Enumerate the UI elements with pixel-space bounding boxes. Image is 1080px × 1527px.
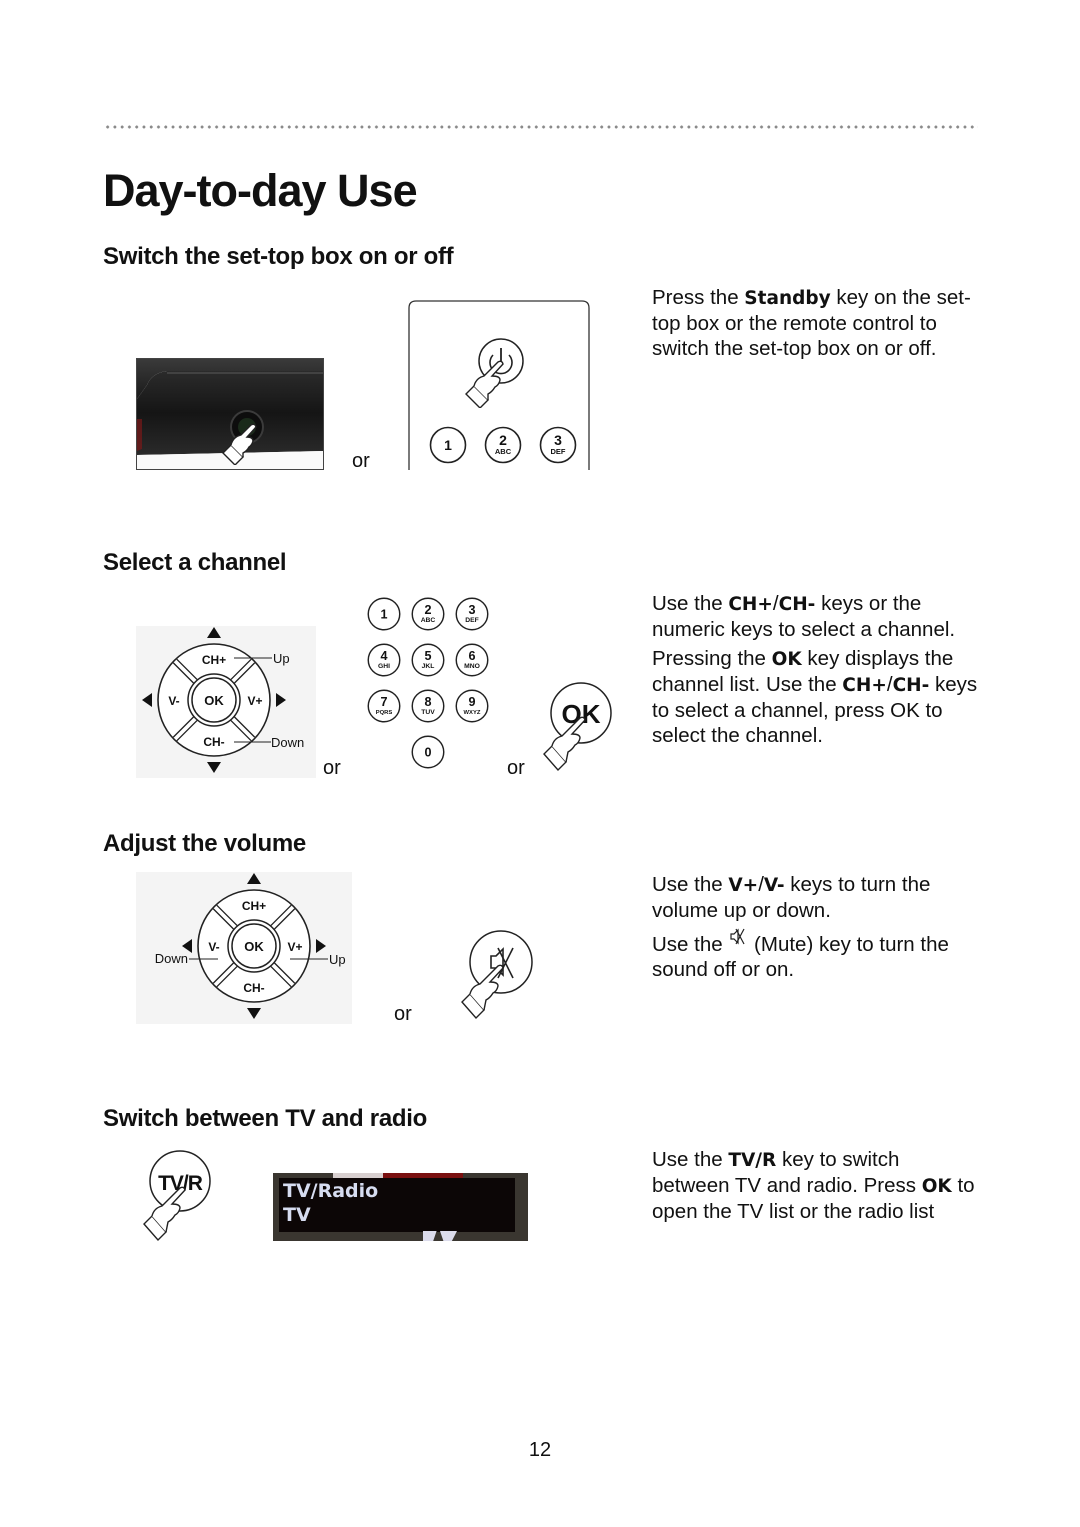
dpad-ok-label: OK [244, 939, 264, 954]
key-letters: DEF [551, 447, 566, 456]
numeric-key-0[interactable]: 0 [410, 734, 446, 775]
numeric-key-6[interactable]: 6 MNO [454, 642, 490, 683]
mute-key-illustration [458, 928, 538, 1022]
key-number: 0 [424, 746, 431, 760]
tv-radio-osd-screenshot: TV/Radio TV [273, 1173, 528, 1241]
or-label: or [352, 450, 370, 472]
key-number: 4 [380, 649, 387, 663]
dpad-channel-illustration: OK CH+ CH- V- V+ Up Down [136, 622, 316, 787]
key-number: 2 [424, 603, 431, 617]
remote-control-illustration: 1 2 ABC 3 DEF [408, 300, 590, 470]
section-heading-channel: Select a channel [103, 549, 287, 576]
numeric-key-8[interactable]: 8 TUV [410, 688, 446, 729]
settop-box-photo [136, 358, 324, 470]
key-name: OK [771, 649, 802, 670]
dpad-up-label: CH+ [242, 899, 266, 913]
numeric-key-5[interactable]: 5 JKL [410, 642, 446, 683]
key-letters: ABC [495, 447, 512, 456]
numeric-key-4[interactable]: 4 GHI [366, 642, 402, 683]
paragraph: Use the (Mute) key to turn the sound off… [652, 927, 982, 982]
numeric-key-9[interactable]: 9 WXYZ [454, 688, 490, 729]
ok-key-illustration: OK [540, 680, 612, 776]
section-heading-tv-radio: Switch between TV and radio [103, 1105, 427, 1132]
key-number: 1 [380, 608, 387, 622]
instructions-volume: Use the V+/V- keys to turn the volume up… [652, 872, 982, 986]
callout-up-label: Up [329, 952, 346, 967]
key-number: 8 [424, 695, 431, 709]
numeric-key-3[interactable]: 3 DEF [454, 596, 490, 637]
dpad-ok-label: OK [204, 693, 224, 708]
or-label: or [323, 757, 341, 779]
tvr-key-illustration: TV/R [140, 1148, 216, 1242]
dpad-up-label: CH+ [202, 653, 226, 667]
dpad-right-label: V+ [247, 694, 262, 708]
section-heading-power: Switch the set-top box on or off [103, 243, 454, 270]
key-name: V- [763, 875, 785, 896]
key-number: 3 [554, 432, 562, 448]
key-number: 3 [468, 603, 475, 617]
key-name: TV/R [728, 1150, 777, 1171]
key-letters: WXYZ [464, 710, 481, 716]
key-letters: DEF [465, 617, 479, 624]
key-name: CH+ [728, 594, 773, 615]
paragraph: Use the V+/V- keys to turn the volume up… [652, 873, 931, 922]
callout-down-label: Down [271, 735, 304, 750]
osd-value: TV [283, 1204, 311, 1226]
paragraph: Use the TV/R key to switch between TV an… [652, 1148, 975, 1223]
instructions-power: Press the Standby key on the set-top box… [652, 285, 982, 365]
numeric-key-1[interactable]: 1 [366, 596, 402, 637]
key-name: OK [921, 1176, 952, 1197]
key-name: Standby [744, 288, 831, 309]
numeric-keypad-illustration: 1 2 ABC 3 DEF 4 GHI 5 JKL 6 MNO 7 PQRS 8 TUV 9 WXYZ 0 [366, 596, 496, 776]
key-number: 5 [424, 649, 431, 663]
instructions-tv-radio: Use the TV/R key to switch between TV an… [652, 1147, 982, 1228]
callout-down-label: Down [155, 951, 188, 966]
dpad-down-label: CH- [243, 981, 264, 995]
instructions-channel: Use the CH+/CH- keys or the numeric keys… [652, 591, 982, 752]
paragraph: Pressing the OK key displays the channel… [652, 647, 978, 747]
key-name: CH- [778, 594, 816, 615]
key-name: V+ [728, 875, 759, 896]
key-letters: ABC [421, 617, 436, 624]
key-letters: GHI [378, 663, 390, 670]
or-label: or [507, 757, 525, 779]
remote-key-3[interactable]: 3 DEF [538, 425, 578, 465]
key-number: 9 [468, 695, 475, 709]
section-heading-volume: Adjust the volume [103, 830, 306, 857]
key-number: 1 [444, 437, 452, 453]
key-letters: MNO [464, 663, 480, 670]
paragraph: Press the Standby key on the set-top box… [652, 286, 971, 360]
key-letters: TUV [421, 709, 435, 716]
key-number: 2 [499, 432, 507, 448]
remote-key-2[interactable]: 2 ABC [483, 425, 523, 465]
key-number: 6 [468, 649, 475, 663]
dotted-divider [104, 124, 978, 130]
or-label: or [394, 1003, 412, 1025]
key-name: CH+ [842, 675, 887, 696]
remote-key-1[interactable]: 1 [428, 425, 468, 465]
dpad-right-label: V+ [287, 940, 302, 954]
callout-up-label: Up [273, 651, 290, 666]
page-number: 12 [528, 1439, 552, 1461]
numeric-key-7[interactable]: 7 PQRS [366, 688, 402, 729]
hand-pointer-icon [222, 423, 257, 465]
numeric-key-2[interactable]: 2 ABC [410, 596, 446, 637]
page-title: Day-to-day Use [103, 165, 418, 216]
paragraph: Use the CH+/CH- keys or the numeric keys… [652, 592, 956, 641]
hand-pointer-icon [465, 360, 504, 408]
key-letters: JKL [422, 663, 435, 670]
dpad-volume-illustration: OK CH+ CH- V- V+ Down Up [136, 868, 352, 1033]
key-number: 7 [380, 695, 387, 709]
key-name: CH- [892, 675, 930, 696]
dpad-left-label: V- [168, 694, 179, 708]
key-letters: PQRS [376, 710, 393, 716]
mute-icon [730, 928, 745, 945]
osd-title: TV/Radio [283, 1180, 379, 1202]
dpad-left-label: V- [208, 940, 219, 954]
dpad-down-label: CH- [203, 735, 224, 749]
